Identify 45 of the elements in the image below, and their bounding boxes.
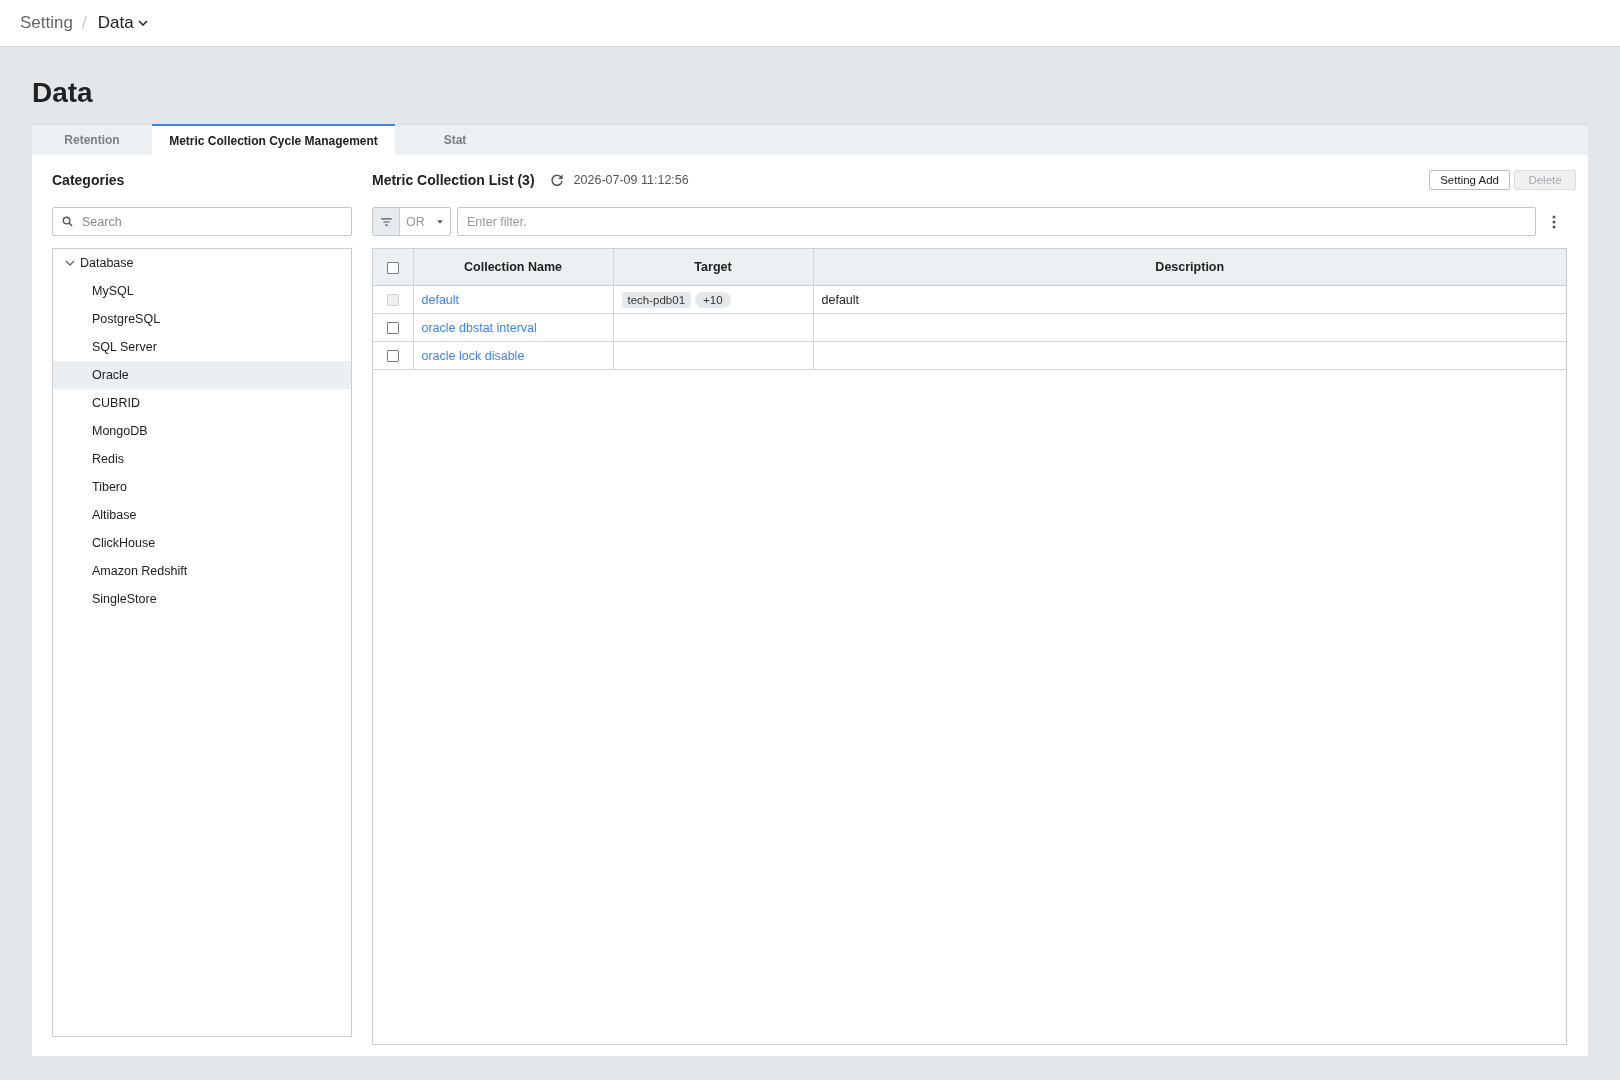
page-title: Data [32,76,93,110]
tree-item[interactable]: Tibero [53,473,351,501]
tree-item[interactable]: SQL Server [53,333,351,361]
search-icon [62,216,73,227]
chevron-down-icon [137,20,148,26]
breadcrumb-dropdown[interactable]: Data [97,13,148,33]
target-tag: tech-pdb01 [621,291,692,308]
tree-item[interactable]: PostgreSQL [53,305,351,333]
column-header[interactable]: Target [613,249,813,286]
tab[interactable]: Retention [32,125,152,155]
breadcrumb-link[interactable]: Setting [20,13,73,33]
tree-item[interactable]: CUBRID [53,389,351,417]
row-checkbox[interactable] [386,350,399,363]
row-checkbox[interactable] [386,322,399,335]
select-all-checkbox[interactable] [386,261,399,274]
collection-name-link[interactable]: oracle lock disable [421,348,525,363]
column-header[interactable]: Collection Name [413,249,613,286]
kebab-menu-icon[interactable] [1552,214,1556,229]
tree-item-label: Database [80,256,134,270]
caret-down-icon [437,219,443,224]
filter-icon [380,217,392,226]
tree-item[interactable]: MongoDB [53,417,351,445]
breadcrumb-separator: / [81,13,87,33]
filter-button[interactable] [373,208,400,235]
tree-item[interactable]: Altibase [53,501,351,529]
section-title: Metric Collection List (3) [372,172,535,188]
tree-item[interactable]: MySQL [53,277,351,305]
table-cell: default [813,285,1566,314]
tree-item[interactable]: SingleStore [53,585,351,613]
chevron-down-icon[interactable] [65,258,75,268]
section-title: Categories [52,172,125,188]
search-field[interactable]: Search [52,207,352,236]
tree-item[interactable]: Redis [53,445,351,473]
tab[interactable]: Metric Collection Cycle Management [152,124,395,155]
collection-name-link[interactable]: oracle dbstat interval [421,320,537,335]
tree-item[interactable]: ClickHouse [53,529,351,557]
tree-item[interactable]: Amazon Redshift [53,557,351,585]
tab[interactable]: Stat [395,125,515,155]
last-updated-time: 2026-07-09 11:12:56 [573,173,689,187]
column-header[interactable]: Description [813,249,1566,286]
action-button[interactable]: Setting Add [1429,170,1510,190]
refresh-icon[interactable] [549,173,564,187]
tree-item[interactable]: Database [53,249,351,277]
filter-input[interactable]: Enter filter. [457,207,1536,236]
tree-item[interactable]: Oracle [53,361,351,389]
